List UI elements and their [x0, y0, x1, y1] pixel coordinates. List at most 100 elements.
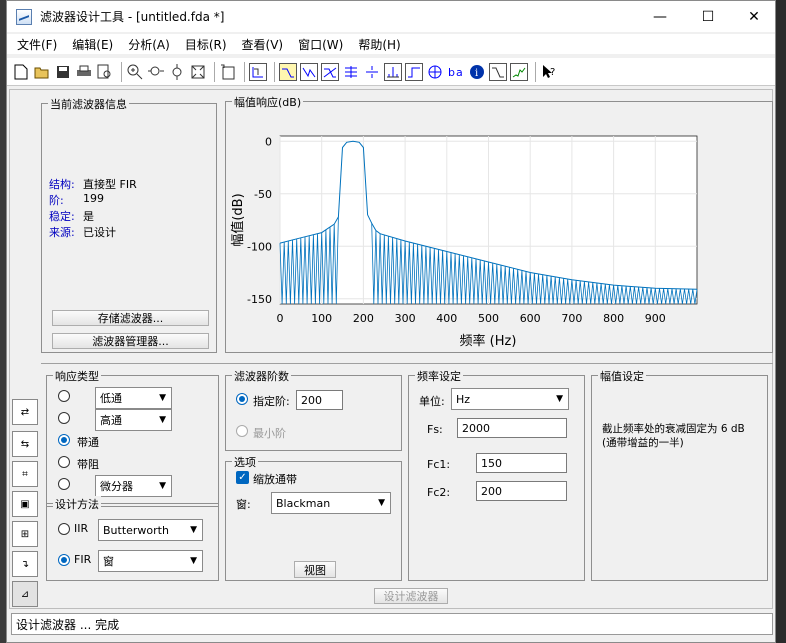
- filter-spec-icon[interactable]: [249, 62, 267, 81]
- highpass-radio[interactable]: [58, 412, 70, 424]
- print-icon[interactable]: [75, 63, 93, 81]
- zoom-in-icon[interactable]: [126, 63, 144, 81]
- title-bar: 滤波器设计工具 - [untitled.fda *] — ☐ ✕: [7, 1, 775, 32]
- menu-help[interactable]: 帮助(H): [358, 36, 400, 53]
- chevron-down-icon: ▼: [378, 498, 385, 508]
- phase-delay-icon[interactable]: [363, 63, 381, 81]
- x-tick-label: 200: [353, 312, 374, 325]
- units-value: Hz: [456, 392, 471, 406]
- response-type-title: 响应类型: [53, 368, 101, 384]
- iir-radio[interactable]: [58, 523, 70, 535]
- coefficients-icon[interactable]: ba: [447, 63, 465, 81]
- info-key: 阶:: [49, 194, 64, 207]
- magnitude-estimate-icon[interactable]: [489, 62, 507, 81]
- window-title: 滤波器设计工具 - [untitled.fda *]: [40, 10, 225, 24]
- frequency-spec-title: 频率设定: [415, 368, 463, 384]
- fir-method-value: 窗: [103, 555, 114, 568]
- x-tick-label: 800: [603, 312, 624, 325]
- fc1-label: Fc1:: [427, 458, 451, 471]
- store-filter-button[interactable]: 存储滤波器...: [52, 310, 209, 326]
- filter-order-title: 滤波器阶数: [232, 368, 291, 384]
- multirate-icon[interactable]: ⊞: [12, 521, 38, 547]
- chevron-down-icon: ▼: [159, 393, 166, 403]
- new-window-icon[interactable]: [219, 63, 237, 81]
- order-input[interactable]: 200: [296, 390, 343, 410]
- magnitude-response-icon[interactable]: [279, 62, 297, 81]
- iir-label: IIR: [74, 522, 89, 535]
- status-bar: 设计滤波器 ... 完成: [11, 613, 773, 635]
- fir-radio[interactable]: [58, 554, 70, 566]
- x-tick-label: 300: [395, 312, 416, 325]
- x-tick-label: 100: [311, 312, 332, 325]
- design-filter-button[interactable]: 设计滤波器: [374, 588, 448, 604]
- round-off-noise-icon[interactable]: [510, 62, 528, 81]
- menu-analysis[interactable]: 分析(A): [128, 36, 170, 53]
- fs-input[interactable]: 2000: [457, 418, 567, 438]
- info-value: 是: [83, 210, 94, 223]
- menu-view[interactable]: 查看(V): [242, 36, 284, 53]
- highpass-dropdown[interactable]: 高通 ▼: [95, 409, 172, 431]
- group-delay-icon[interactable]: [342, 63, 360, 81]
- magnitude-spec-panel: 幅值设定 截止频率处的衰减固定为 6 dB (通带增益的一半): [591, 368, 768, 581]
- step-response-icon[interactable]: [405, 62, 423, 81]
- import-filter-icon[interactable]: ↴: [12, 551, 38, 577]
- toolbar: ba i ?: [7, 58, 775, 86]
- phase-response-icon[interactable]: [300, 62, 318, 81]
- minimum-order-radio[interactable]: [236, 425, 248, 437]
- full-view-icon[interactable]: [189, 63, 207, 81]
- iir-method-dropdown[interactable]: Butterworth ▼: [98, 519, 203, 541]
- units-dropdown[interactable]: Hz ▼: [451, 388, 569, 410]
- close-button[interactable]: ✕: [731, 1, 777, 32]
- plot-panel: 幅值响应(dB) 0 100 200 300 400 500 600 700 800 900 0 -5…: [225, 94, 773, 353]
- menu-targets[interactable]: 目标(R): [185, 36, 227, 53]
- menu-window[interactable]: 窗口(W): [298, 36, 343, 53]
- pole-zero-editor-icon[interactable]: ⌗: [12, 461, 38, 487]
- menu-file[interactable]: 文件(F): [17, 36, 57, 53]
- info-icon[interactable]: i: [468, 63, 486, 81]
- bandpass-radio[interactable]: [58, 434, 70, 446]
- impulse-response-icon[interactable]: [384, 62, 402, 81]
- bandstop-radio[interactable]: [58, 456, 70, 468]
- fir-method-dropdown[interactable]: 窗 ▼: [98, 550, 203, 572]
- filter-info-title: 当前滤波器信息: [48, 96, 129, 112]
- save-icon[interactable]: [54, 63, 72, 81]
- specify-order-radio[interactable]: [236, 393, 248, 405]
- chevron-down-icon: ▼: [556, 394, 563, 404]
- info-key: 结构:: [49, 178, 75, 191]
- bandstop-label: 带阻: [77, 458, 99, 471]
- differentiator-label: 微分器: [100, 480, 133, 493]
- mag-phase-icon[interactable]: [321, 62, 339, 81]
- x-tick-label: 0: [277, 312, 284, 325]
- y-tick-label: 0: [265, 135, 272, 148]
- pole-zero-icon[interactable]: [426, 63, 444, 81]
- differentiator-radio[interactable]: [58, 478, 70, 490]
- print-preview-icon[interactable]: [96, 63, 114, 81]
- view-button[interactable]: 视图: [294, 561, 336, 578]
- x-tick-label: 500: [478, 312, 499, 325]
- differentiator-dropdown[interactable]: 微分器 ▼: [95, 475, 172, 497]
- filter-manager-button[interactable]: 滤波器管理器...: [52, 333, 209, 349]
- background-right: [776, 0, 786, 643]
- info-value: 直接型 FIR: [83, 178, 137, 191]
- zoom-x-icon[interactable]: [147, 63, 165, 81]
- zoom-y-icon[interactable]: [168, 63, 186, 81]
- design-filter-icon[interactable]: ⊿: [12, 581, 38, 607]
- realize-model-icon[interactable]: ▣: [12, 491, 38, 517]
- lowpass-radio[interactable]: [58, 390, 70, 402]
- response-type-panel: 响应类型 低通 ▼ 高通 ▼ 带通 带阻 微分器 ▼: [46, 368, 219, 507]
- whats-this-icon[interactable]: ?: [540, 63, 558, 81]
- new-icon[interactable]: [12, 63, 30, 81]
- convert-structure-icon[interactable]: ⇆: [12, 431, 38, 457]
- svg-text:?: ?: [550, 67, 555, 78]
- scale-passband-checkbox[interactable]: ✓: [236, 471, 249, 484]
- lowpass-dropdown[interactable]: 低通 ▼: [95, 387, 172, 409]
- transform-filter-icon[interactable]: ⇄: [12, 399, 38, 425]
- window-dropdown[interactable]: Blackman ▼: [271, 492, 391, 514]
- fc1-input[interactable]: 150: [476, 453, 567, 473]
- maximize-button[interactable]: ☐: [685, 1, 731, 32]
- open-icon[interactable]: [33, 63, 51, 81]
- menu-edit[interactable]: 编辑(E): [72, 36, 113, 53]
- fc2-input[interactable]: 200: [476, 481, 567, 501]
- minimize-button[interactable]: —: [637, 1, 683, 32]
- bandpass-label: 带通: [77, 436, 99, 449]
